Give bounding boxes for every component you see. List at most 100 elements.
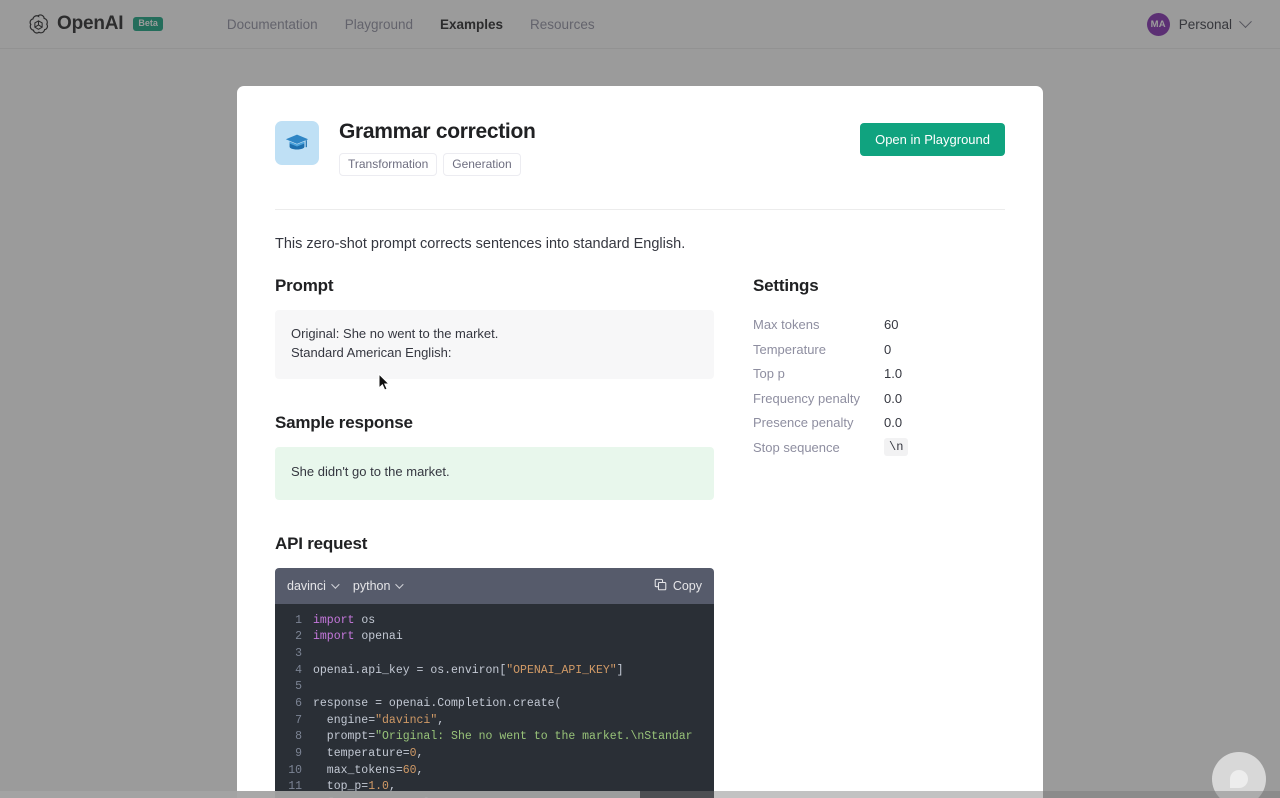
setting-row: Top p 1.0	[753, 361, 983, 386]
setting-value: \n	[884, 438, 909, 456]
prompt-line-2: Standard American English:	[291, 344, 452, 360]
example-detail-card: Grammar correction Transformation Genera…	[237, 86, 1043, 798]
code-line: 10 max_tokens=60,	[275, 763, 714, 780]
code-line: 3	[275, 646, 714, 663]
code-line-number: 9	[295, 747, 302, 761]
setting-row: Temperature 0	[753, 337, 983, 362]
code-token: ,	[437, 713, 445, 727]
code-content[interactable]: 1 import os 2 import openai 3 4 openai.api_key…	[275, 603, 714, 798]
code-block: davinci python Copy 1 import os 2 import…	[275, 567, 714, 798]
example-header: Grammar correction Transformation Genera…	[275, 86, 1005, 177]
code-line-text: temperature=0,	[313, 746, 424, 763]
code-token: "Original: She no went to the market.\nS…	[375, 730, 693, 744]
code-line-number: 6	[295, 697, 302, 711]
model-select-value: davinci	[287, 578, 326, 593]
code-token: import	[313, 630, 355, 644]
code-token: engine=	[313, 713, 376, 727]
sample-response-box: She didn't go to the market.	[275, 447, 714, 500]
code-line: 2 import openai	[275, 629, 714, 646]
code-line-text: response = openai.Completion.create(	[313, 696, 561, 713]
setting-label: Max tokens	[753, 317, 820, 332]
code-token: openai	[354, 630, 403, 644]
code-token: import	[313, 613, 355, 627]
tag-generation[interactable]: Generation	[443, 153, 521, 177]
graduation-cap-icon	[275, 121, 319, 165]
code-block-toolbar: davinci python Copy	[275, 567, 714, 604]
language-select-value: python	[352, 578, 391, 593]
code-line-number: 10	[288, 763, 302, 777]
right-column: Settings Max tokens 60 Temperature 0 Top p 1.…	[753, 276, 983, 798]
code-line-text: import os	[313, 613, 375, 630]
mouse-cursor	[378, 372, 391, 397]
code-line: 8 prompt="Original: She no went to the m…	[275, 729, 714, 746]
code-line-number: 7	[295, 713, 302, 727]
setting-value: 0.0	[884, 390, 903, 406]
code-line-text: engine="davinci",	[313, 713, 444, 730]
settings-list: Max tokens 60 Temperature 0 Top p 1.0 Frequenc…	[753, 312, 983, 459]
setting-label: Presence penalty	[753, 415, 854, 430]
code-token: 60	[402, 763, 417, 777]
copy-label: Copy	[672, 578, 702, 593]
code-line-number: 8	[295, 730, 302, 744]
code-token: ,	[416, 747, 424, 761]
horizontal-page-scrollbar[interactable]	[0, 791, 1280, 798]
code-token: 0	[409, 747, 417, 761]
code-token: os	[354, 613, 376, 627]
setting-label: Frequency penalty	[753, 390, 860, 406]
setting-value: 0	[884, 341, 892, 357]
api-request-heading: API request	[275, 533, 368, 553]
setting-value: 60	[884, 317, 899, 332]
code-token: temperature=	[313, 747, 410, 761]
code-line-text: max_tokens=60,	[313, 763, 424, 780]
open-in-playground-button[interactable]: Open in Playground	[860, 123, 1005, 156]
code-line: 1 import os	[275, 613, 714, 630]
code-line-text: openai.api_key = os.environ["OPENAI_API_…	[313, 663, 624, 680]
code-token: ,	[416, 763, 424, 777]
setting-label: Temperature	[753, 341, 826, 357]
settings-heading: Settings	[753, 276, 819, 296]
code-line-number: 1	[295, 613, 302, 627]
prompt-heading: Prompt	[275, 276, 334, 296]
example-title-block: Grammar correction Transformation Genera…	[339, 119, 536, 177]
example-description: This zero-shot prompt corrects sentences…	[275, 236, 686, 253]
copy-icon	[654, 578, 667, 594]
code-line: 4 openai.api_key = os.environ["OPENAI_API…	[275, 663, 714, 680]
setting-value: 1.0	[884, 366, 903, 381]
chevron-down-icon	[395, 579, 405, 589]
prompt-box: Original: She no went to the market. Sta…	[275, 310, 714, 380]
code-line: 9 temperature=0,	[275, 746, 714, 763]
setting-label: Top p	[753, 366, 785, 381]
prompt-line-1: Original: She no went to the market.	[291, 326, 499, 342]
left-column: Prompt Original: She no went to the mark…	[275, 276, 714, 798]
setting-value: 0.0	[884, 415, 903, 430]
setting-row: Max tokens 60	[753, 312, 983, 337]
content-columns: Prompt Original: She no went to the mark…	[275, 276, 1005, 798]
setting-row: Presence penalty 0.0	[753, 410, 983, 435]
code-line-number: 5	[295, 680, 302, 694]
code-line: 5	[275, 679, 714, 696]
tag-list: Transformation Generation	[339, 153, 536, 177]
code-line-number: 4	[295, 663, 302, 677]
code-token: prompt=	[313, 730, 376, 744]
code-line: 6 response = openai.Completion.create(	[275, 696, 714, 713]
code-token: openai.api_key = os.environ[	[313, 663, 507, 677]
code-line-text: import openai	[313, 629, 403, 646]
code-token: ]	[616, 663, 624, 677]
code-line: 7 engine="davinci",	[275, 713, 714, 730]
model-select[interactable]: davinci	[287, 578, 340, 593]
code-line-text: prompt="Original: She no went to the mar…	[313, 729, 693, 746]
language-select[interactable]: python	[352, 578, 405, 593]
sample-response-heading: Sample response	[275, 413, 413, 433]
copy-button[interactable]: Copy	[654, 578, 702, 594]
setting-row: Frequency penalty 0.0	[753, 386, 983, 411]
setting-row: Stop sequence \n	[753, 435, 983, 460]
code-token: "OPENAI_API_KEY"	[506, 663, 617, 677]
setting-label: Stop sequence	[753, 439, 840, 455]
tag-transformation[interactable]: Transformation	[339, 153, 438, 177]
code-line-number: 3	[295, 646, 302, 660]
page-title: Grammar correction	[339, 120, 536, 143]
code-line-number: 2	[295, 630, 302, 644]
code-token: max_tokens=	[313, 763, 403, 777]
chevron-down-icon	[331, 579, 340, 589]
code-token: "davinci"	[375, 713, 438, 727]
